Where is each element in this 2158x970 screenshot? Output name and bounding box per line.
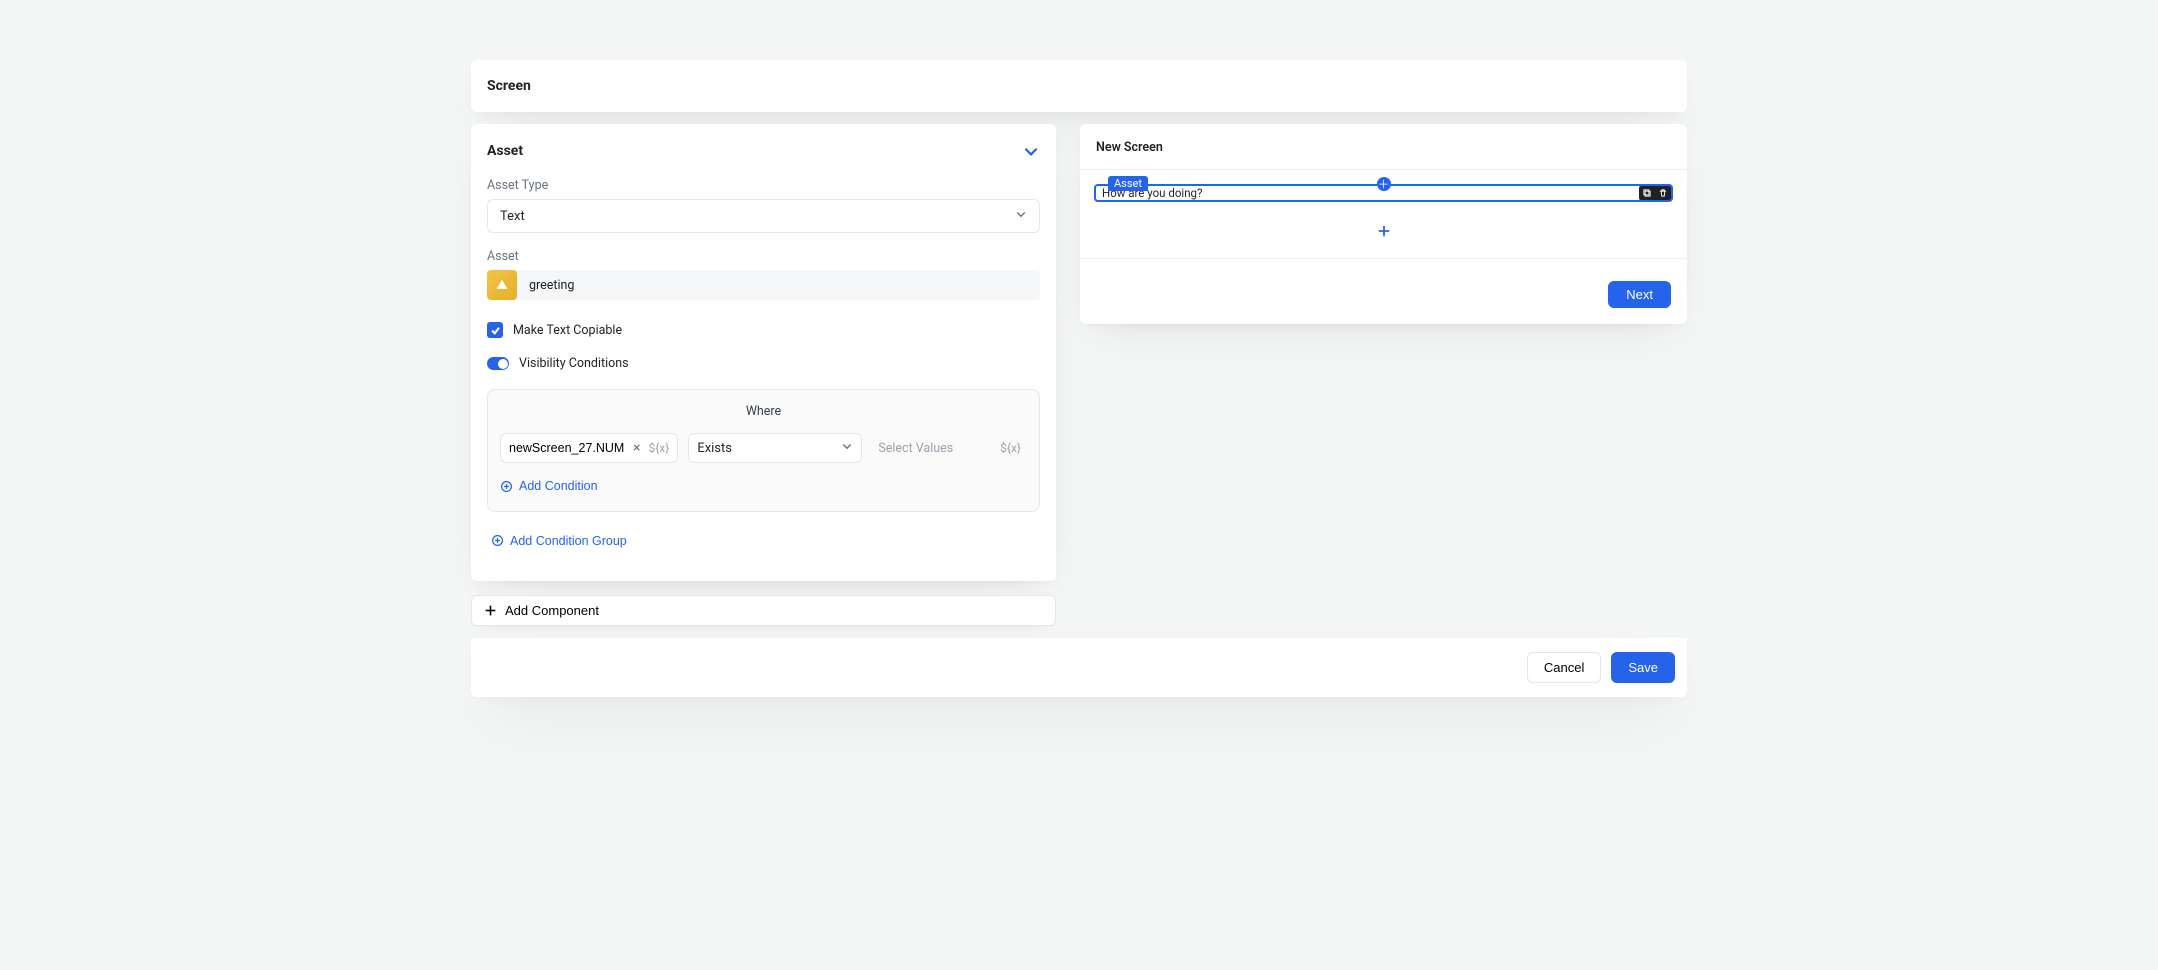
page-header: Screen: [471, 60, 1687, 112]
visibility-conditions-label: Visibility Conditions: [519, 356, 629, 371]
save-button[interactable]: Save: [1611, 652, 1675, 683]
delete-icon[interactable]: [1655, 186, 1671, 200]
page-title: Screen: [487, 78, 1671, 94]
preview-canvas: Asset ＋ How are you doing?: [1080, 169, 1687, 259]
cancel-button[interactable]: Cancel: [1527, 652, 1601, 683]
visibility-conditions-toggle[interactable]: [487, 357, 509, 370]
add-condition-group-label: Add Condition Group: [510, 534, 627, 548]
preview-panel: New Screen Asset ＋ How are you doing?: [1080, 124, 1687, 324]
make-text-copiable-checkbox[interactable]: [487, 322, 503, 338]
fx-token-icon[interactable]: ${x}: [1000, 441, 1021, 455]
insert-above-button[interactable]: ＋: [1377, 177, 1391, 191]
next-button[interactable]: Next: [1608, 281, 1671, 308]
asset-panel-title: Asset: [487, 143, 523, 159]
preview-title: New Screen: [1096, 140, 1671, 155]
chevron-down-icon: [841, 440, 853, 456]
condition-variable-field[interactable]: [509, 441, 625, 455]
add-component-label: Add Component: [505, 603, 599, 618]
component-type-badge: Asset: [1108, 176, 1148, 191]
make-text-copiable-label: Make Text Copiable: [513, 323, 622, 338]
condition-values-input[interactable]: Select Values ${x}: [872, 441, 1027, 456]
asset-picker-label: Asset: [487, 249, 1040, 264]
preview-component[interactable]: Asset ＋ How are you doing?: [1094, 184, 1673, 202]
condition-values-placeholder: Select Values: [878, 441, 953, 456]
asset-name: greeting: [529, 278, 574, 293]
asset-thumbnail: [487, 270, 517, 300]
condition-operator-value: Exists: [697, 441, 732, 456]
insert-below-button[interactable]: [1094, 224, 1673, 238]
asset-type-value: Text: [500, 209, 525, 224]
asset-panel: Asset Asset Type Text Asset: [471, 124, 1056, 581]
duplicate-icon[interactable]: [1639, 186, 1655, 200]
clear-variable-icon[interactable]: ×: [631, 440, 642, 456]
add-condition-label: Add Condition: [519, 479, 598, 493]
fx-token-icon[interactable]: ${x}: [648, 441, 669, 455]
chevron-down-icon[interactable]: [1022, 142, 1040, 160]
asset-type-label: Asset Type: [487, 178, 1040, 193]
add-component-button[interactable]: Add Component: [471, 595, 1056, 626]
chevron-down-icon: [1015, 208, 1027, 224]
condition-operator-select[interactable]: Exists: [688, 433, 862, 463]
conditions-box: Where × ${x} Exists: [487, 389, 1040, 512]
condition-variable-input[interactable]: × ${x}: [500, 433, 678, 463]
conditions-where-label: Where: [500, 404, 1027, 419]
add-condition-group-button[interactable]: Add Condition Group: [491, 534, 627, 548]
footer-bar: Cancel Save: [471, 638, 1687, 697]
add-condition-button[interactable]: Add Condition: [500, 479, 598, 493]
asset-picker[interactable]: greeting: [487, 270, 1040, 300]
asset-type-select[interactable]: Text: [487, 199, 1040, 233]
